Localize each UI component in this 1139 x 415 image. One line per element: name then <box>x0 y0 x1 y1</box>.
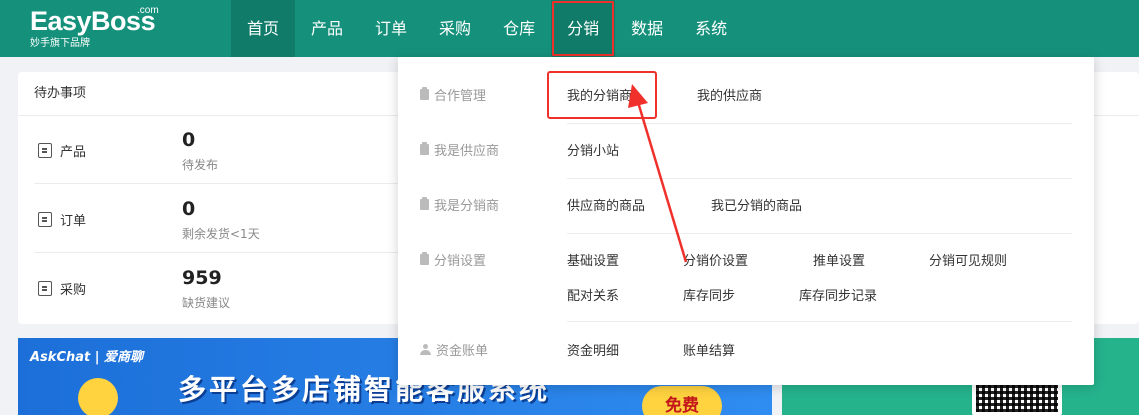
todo-desc: 待发布 <box>182 158 219 172</box>
todo-count[interactable]: 0 <box>182 198 195 220</box>
link-pairing[interactable]: 配对关系 <box>567 285 619 304</box>
link-bill-settlement[interactable]: 账单结算 <box>683 340 735 359</box>
free-badge: 免费 <box>642 386 722 415</box>
link-price-settings[interactable]: 分销价设置 <box>683 250 748 269</box>
link-fund-details[interactable]: 资金明细 <box>567 340 619 359</box>
todo-row-purchase[interactable]: 采购 959 缺货建议 <box>34 254 434 322</box>
nav-distribution[interactable]: 分销 <box>551 0 616 57</box>
category-funds: 资金账单 <box>420 340 488 359</box>
todo-row-order[interactable]: 订单 0 剩余发货<1天 <box>34 185 434 253</box>
order-doc-icon <box>38 212 52 227</box>
category-supplier: 我是供应商 <box>420 140 499 159</box>
link-push-order-settings[interactable]: 推单设置 <box>813 250 865 269</box>
clipboard-icon <box>420 87 429 100</box>
link-stock-sync[interactable]: 库存同步 <box>683 285 735 304</box>
nav-warehouse[interactable]: 仓库 <box>487 0 551 57</box>
link-my-suppliers[interactable]: 我的供应商 <box>697 85 762 104</box>
link-distribution-station[interactable]: 分销小站 <box>567 140 619 159</box>
todo-label: 采购 <box>60 283 87 298</box>
divider <box>567 233 1072 234</box>
logo-tagline: 妙手旗下品牌 <box>30 38 90 49</box>
nav-system[interactable]: 系统 <box>679 0 743 57</box>
link-stock-sync-log[interactable]: 库存同步记录 <box>799 285 877 304</box>
main-nav: 首页 产品 订单 采购 仓库 分销 数据 系统 <box>231 0 743 57</box>
clipboard-icon <box>420 252 429 265</box>
headset-icon <box>78 378 118 415</box>
todo-count[interactable]: 0 <box>182 129 195 151</box>
top-navigation-bar: EasyBoss .com 妙手旗下品牌 首页 产品 订单 采购 仓库 分销 数… <box>0 0 1139 57</box>
todo-label: 订单 <box>60 214 87 229</box>
link-basic-settings[interactable]: 基础设置 <box>567 250 619 269</box>
todo-row-product[interactable]: 产品 0 待发布 <box>34 116 434 184</box>
category-label: 我是供应商 <box>434 144 500 159</box>
link-visibility-rules[interactable]: 分销可见规则 <box>929 250 1007 269</box>
todo-desc: 剩余发货<1天 <box>182 227 260 241</box>
category-distributor: 我是分销商 <box>420 195 499 214</box>
clipboard-icon <box>420 197 429 210</box>
category-label: 资金账单 <box>436 344 489 359</box>
logo-domain: .com <box>137 5 159 16</box>
divider <box>567 123 1072 124</box>
category-label: 合作管理 <box>434 89 487 104</box>
clipboard-icon <box>420 142 429 155</box>
divider <box>567 178 1072 179</box>
annotation-highlight-box <box>547 71 657 119</box>
link-supplier-products[interactable]: 供应商的商品 <box>567 195 645 214</box>
todo-desc: 缺货建议 <box>182 296 231 310</box>
nav-purchase[interactable]: 采购 <box>423 0 487 57</box>
nav-products[interactable]: 产品 <box>295 0 359 57</box>
todo-label: 产品 <box>60 145 87 160</box>
nav-data[interactable]: 数据 <box>615 0 679 57</box>
user-icon <box>420 344 431 355</box>
todo-count[interactable]: 959 <box>182 267 222 289</box>
banner-brand: AskChat | 爱商聊 <box>30 350 144 365</box>
category-label: 我是分销商 <box>434 199 500 214</box>
category-label: 分销设置 <box>434 254 487 269</box>
logo[interactable]: EasyBoss .com 妙手旗下品牌 <box>30 5 159 50</box>
category-settings: 分销设置 <box>420 250 486 269</box>
distribution-dropdown: 合作管理 我的分销商 我的供应商 我是供应商 分销小站 我是分销商 供应商的商品… <box>398 57 1094 385</box>
nav-orders[interactable]: 订单 <box>359 0 423 57</box>
divider <box>567 321 1072 322</box>
category-cooperation: 合作管理 <box>420 85 486 104</box>
purchase-doc-icon <box>38 281 52 296</box>
link-distributed-products[interactable]: 我已分销的商品 <box>711 195 802 214</box>
product-doc-icon <box>38 143 52 158</box>
nav-home[interactable]: 首页 <box>231 0 296 57</box>
